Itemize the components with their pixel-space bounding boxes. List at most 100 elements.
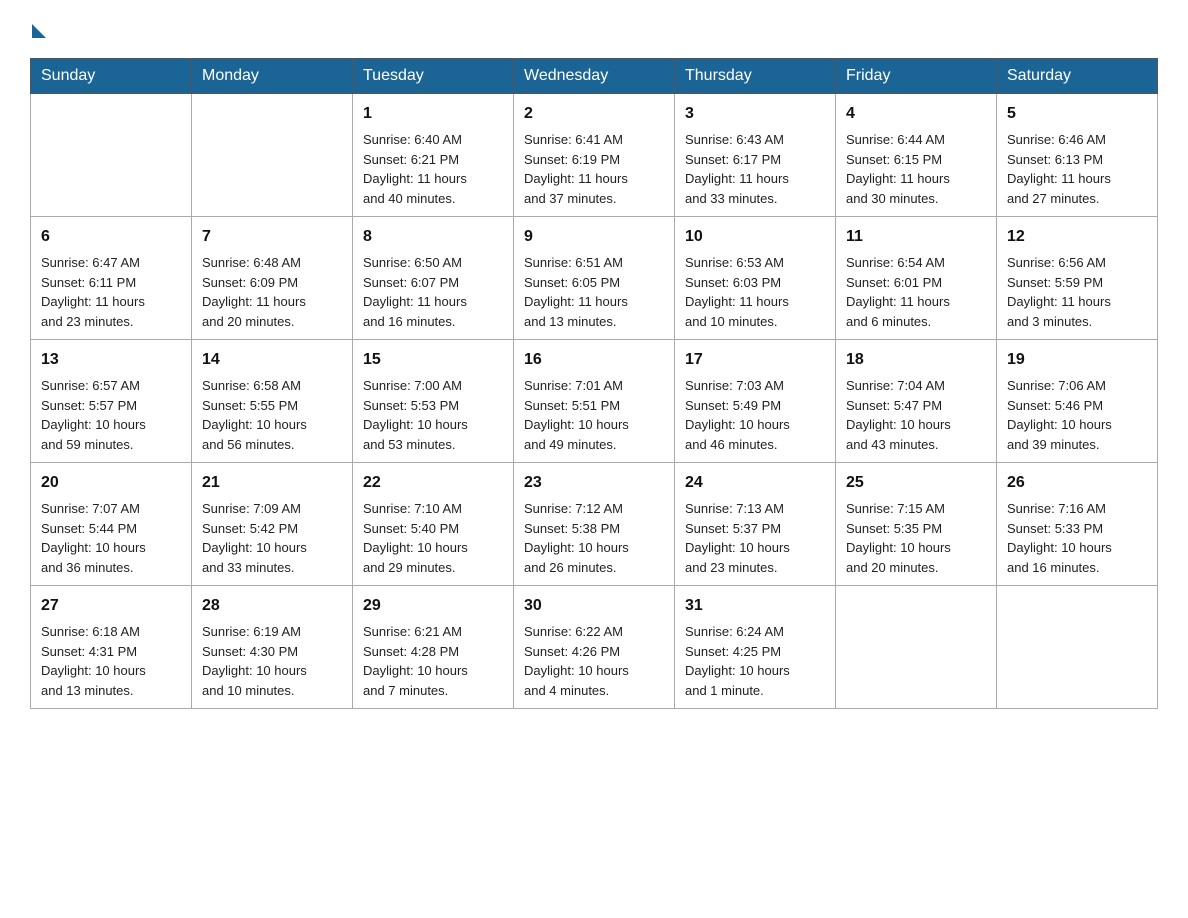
- day-number: 14: [202, 348, 342, 372]
- weekday-header-thursday: Thursday: [675, 59, 836, 94]
- calendar-cell: 5 Sunrise: 6:46 AMSunset: 6:13 PMDaylight…: [997, 94, 1158, 217]
- day-number: 22: [363, 471, 503, 495]
- day-info: Sunrise: 6:48 AMSunset: 6:09 PMDaylight:…: [202, 253, 342, 331]
- day-number: 10: [685, 225, 825, 249]
- weekday-header-wednesday: Wednesday: [514, 59, 675, 94]
- day-info: Sunrise: 6:47 AMSunset: 6:11 PMDaylight:…: [41, 253, 181, 331]
- calendar-cell: 30 Sunrise: 6:22 AMSunset: 4:26 PMDayligh…: [514, 586, 675, 709]
- day-number: 5: [1007, 102, 1147, 126]
- calendar-cell: 9 Sunrise: 6:51 AMSunset: 6:05 PMDaylight…: [514, 217, 675, 340]
- calendar-cell: 24 Sunrise: 7:13 AMSunset: 5:37 PMDayligh…: [675, 463, 836, 586]
- day-info: Sunrise: 7:01 AMSunset: 5:51 PMDaylight:…: [524, 376, 664, 454]
- calendar-cell: 8Sunrise: 6:50 AMSunset: 6:07 PMDaylight…: [353, 217, 514, 340]
- day-number: 21: [202, 471, 342, 495]
- weekday-header-friday: Friday: [836, 59, 997, 94]
- day-info: Sunrise: 6:57 AMSunset: 5:57 PMDaylight:…: [41, 376, 181, 454]
- day-info: Sunrise: 6:40 AMSunset: 6:21 PMDaylight:…: [363, 130, 503, 208]
- day-number: 24: [685, 471, 825, 495]
- day-number: 20: [41, 471, 181, 495]
- calendar-cell: 11Sunrise: 6:54 AMSunset: 6:01 PMDayligh…: [836, 217, 997, 340]
- day-number: 13: [41, 348, 181, 372]
- calendar-cell: 22Sunrise: 7:10 AMSunset: 5:40 PMDayligh…: [353, 463, 514, 586]
- calendar-week-row: 20 Sunrise: 7:07 AMSunset: 5:44 PMDayligh…: [31, 463, 1158, 586]
- calendar-cell: 15 Sunrise: 7:00 AMSunset: 5:53 PMDayligh…: [353, 340, 514, 463]
- calendar-cell: 10 Sunrise: 6:53 AMSunset: 6:03 PMDayligh…: [675, 217, 836, 340]
- day-number: 8: [363, 225, 503, 249]
- logo: [30, 20, 46, 38]
- calendar-cell: 27Sunrise: 6:18 AMSunset: 4:31 PMDayligh…: [31, 586, 192, 709]
- calendar-week-row: 27Sunrise: 6:18 AMSunset: 4:31 PMDayligh…: [31, 586, 1158, 709]
- weekday-header-sunday: Sunday: [31, 59, 192, 94]
- day-info: Sunrise: 6:46 AMSunset: 6:13 PMDaylight:…: [1007, 130, 1147, 208]
- day-number: 28: [202, 594, 342, 618]
- day-number: 12: [1007, 225, 1147, 249]
- day-info: Sunrise: 6:19 AMSunset: 4:30 PMDaylight:…: [202, 622, 342, 700]
- day-info: Sunrise: 6:43 AMSunset: 6:17 PMDaylight:…: [685, 130, 825, 208]
- day-info: Sunrise: 6:21 AMSunset: 4:28 PMDaylight:…: [363, 622, 503, 700]
- weekday-header-saturday: Saturday: [997, 59, 1158, 94]
- calendar-cell: 12 Sunrise: 6:56 AMSunset: 5:59 PMDayligh…: [997, 217, 1158, 340]
- calendar-cell: 7 Sunrise: 6:48 AMSunset: 6:09 PMDaylight…: [192, 217, 353, 340]
- weekday-header-row: SundayMondayTuesdayWednesdayThursdayFrid…: [31, 59, 1158, 94]
- calendar-cell: 28 Sunrise: 6:19 AMSunset: 4:30 PMDayligh…: [192, 586, 353, 709]
- calendar-cell: 21 Sunrise: 7:09 AMSunset: 5:42 PMDayligh…: [192, 463, 353, 586]
- calendar-cell: 2 Sunrise: 6:41 AMSunset: 6:19 PMDaylight…: [514, 94, 675, 217]
- day-number: 15: [363, 348, 503, 372]
- day-number: 30: [524, 594, 664, 618]
- weekday-header-tuesday: Tuesday: [353, 59, 514, 94]
- day-number: 1: [363, 102, 503, 126]
- page-header: [30, 20, 1158, 38]
- calendar-cell: 31 Sunrise: 6:24 AMSunset: 4:25 PMDayligh…: [675, 586, 836, 709]
- calendar-week-row: 6 Sunrise: 6:47 AMSunset: 6:11 PMDaylight…: [31, 217, 1158, 340]
- day-info: Sunrise: 6:24 AMSunset: 4:25 PMDaylight:…: [685, 622, 825, 700]
- calendar-cell: [836, 586, 997, 709]
- day-number: 17: [685, 348, 825, 372]
- calendar-cell: [31, 94, 192, 217]
- day-info: Sunrise: 6:41 AMSunset: 6:19 PMDaylight:…: [524, 130, 664, 208]
- day-info: Sunrise: 6:56 AMSunset: 5:59 PMDaylight:…: [1007, 253, 1147, 331]
- day-info: Sunrise: 7:00 AMSunset: 5:53 PMDaylight:…: [363, 376, 503, 454]
- day-info: Sunrise: 6:22 AMSunset: 4:26 PMDaylight:…: [524, 622, 664, 700]
- calendar-cell: 6 Sunrise: 6:47 AMSunset: 6:11 PMDaylight…: [31, 217, 192, 340]
- day-info: Sunrise: 7:12 AMSunset: 5:38 PMDaylight:…: [524, 499, 664, 577]
- calendar-cell: 20 Sunrise: 7:07 AMSunset: 5:44 PMDayligh…: [31, 463, 192, 586]
- calendar-cell: 3Sunrise: 6:43 AMSunset: 6:17 PMDaylight…: [675, 94, 836, 217]
- day-number: 25: [846, 471, 986, 495]
- day-number: 27: [41, 594, 181, 618]
- calendar-cell: 17Sunrise: 7:03 AMSunset: 5:49 PMDayligh…: [675, 340, 836, 463]
- day-number: 23: [524, 471, 664, 495]
- calendar-cell: 16 Sunrise: 7:01 AMSunset: 5:51 PMDayligh…: [514, 340, 675, 463]
- day-number: 6: [41, 225, 181, 249]
- calendar-cell: 29 Sunrise: 6:21 AMSunset: 4:28 PMDayligh…: [353, 586, 514, 709]
- day-number: 11: [846, 225, 986, 249]
- day-info: Sunrise: 7:09 AMSunset: 5:42 PMDaylight:…: [202, 499, 342, 577]
- calendar-cell: [997, 586, 1158, 709]
- day-number: 26: [1007, 471, 1147, 495]
- day-number: 7: [202, 225, 342, 249]
- calendar-cell: 1 Sunrise: 6:40 AMSunset: 6:21 PMDaylight…: [353, 94, 514, 217]
- calendar-cell: 4 Sunrise: 6:44 AMSunset: 6:15 PMDaylight…: [836, 94, 997, 217]
- day-info: Sunrise: 6:51 AMSunset: 6:05 PMDaylight:…: [524, 253, 664, 331]
- day-number: 9: [524, 225, 664, 249]
- day-number: 29: [363, 594, 503, 618]
- day-info: Sunrise: 7:13 AMSunset: 5:37 PMDaylight:…: [685, 499, 825, 577]
- calendar-cell: 19 Sunrise: 7:06 AMSunset: 5:46 PMDayligh…: [997, 340, 1158, 463]
- calendar-cell: 13 Sunrise: 6:57 AMSunset: 5:57 PMDayligh…: [31, 340, 192, 463]
- day-number: 19: [1007, 348, 1147, 372]
- day-info: Sunrise: 7:15 AMSunset: 5:35 PMDaylight:…: [846, 499, 986, 577]
- weekday-header-monday: Monday: [192, 59, 353, 94]
- calendar-cell: 23 Sunrise: 7:12 AMSunset: 5:38 PMDayligh…: [514, 463, 675, 586]
- day-number: 16: [524, 348, 664, 372]
- day-info: Sunrise: 7:16 AMSunset: 5:33 PMDaylight:…: [1007, 499, 1147, 577]
- day-info: Sunrise: 7:06 AMSunset: 5:46 PMDaylight:…: [1007, 376, 1147, 454]
- calendar-cell: 25 Sunrise: 7:15 AMSunset: 5:35 PMDayligh…: [836, 463, 997, 586]
- day-info: Sunrise: 7:07 AMSunset: 5:44 PMDaylight:…: [41, 499, 181, 577]
- calendar-cell: 14 Sunrise: 6:58 AMSunset: 5:55 PMDayligh…: [192, 340, 353, 463]
- day-number: 2: [524, 102, 664, 126]
- day-number: 31: [685, 594, 825, 618]
- day-number: 4: [846, 102, 986, 126]
- day-info: Sunrise: 6:44 AMSunset: 6:15 PMDaylight:…: [846, 130, 986, 208]
- calendar-table: SundayMondayTuesdayWednesdayThursdayFrid…: [30, 58, 1158, 709]
- day-info: Sunrise: 6:53 AMSunset: 6:03 PMDaylight:…: [685, 253, 825, 331]
- day-info: Sunrise: 6:58 AMSunset: 5:55 PMDaylight:…: [202, 376, 342, 454]
